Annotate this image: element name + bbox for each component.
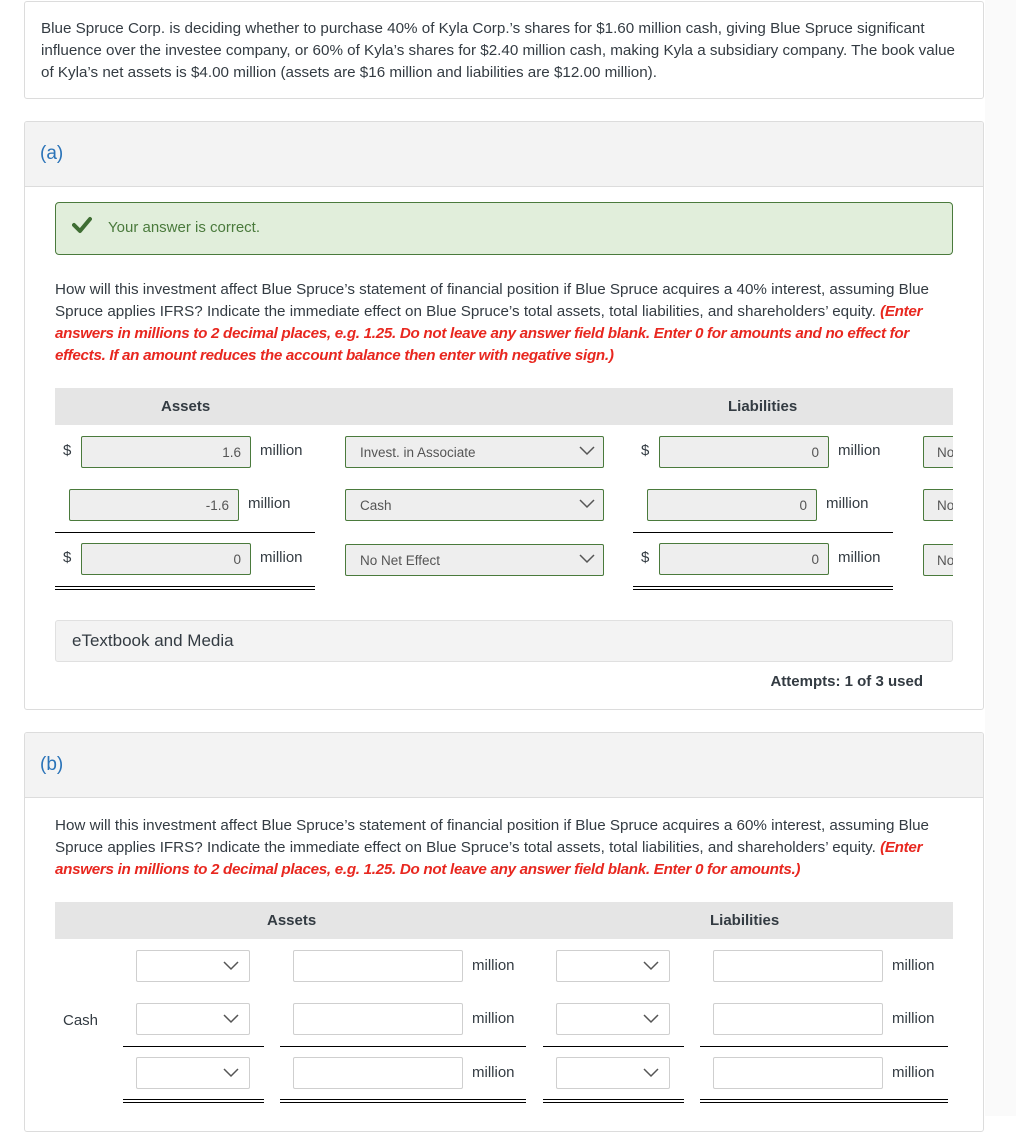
subtotal-line — [280, 1046, 526, 1047]
total-double-line — [123, 1099, 264, 1103]
liability-amount-input[interactable] — [713, 950, 883, 982]
subtotal-line — [633, 532, 893, 533]
part-b-label: (b) — [40, 754, 64, 775]
equity-effect-select[interactable]: No — [923, 544, 953, 576]
total-double-line — [633, 586, 893, 590]
feedback-message: Your answer is correct. — [108, 219, 261, 236]
asset-total-input[interactable] — [293, 1057, 463, 1089]
asset-amount-input[interactable]: 1.6 — [81, 436, 251, 468]
total-double-line — [700, 1099, 948, 1103]
etextbook-and-media-button[interactable]: eTextbook and Media — [55, 620, 953, 662]
account-select[interactable]: Invest. in Associate — [345, 436, 604, 468]
liability-total-input[interactable]: 0 — [659, 543, 829, 575]
unit-label: million — [248, 495, 291, 512]
equity-effect-value: No — [937, 553, 953, 568]
question-text: How will this investment affect Blue Spr… — [55, 281, 930, 320]
subtotal-line — [700, 1046, 948, 1047]
total-double-line — [55, 586, 315, 590]
asset-account-select[interactable] — [136, 1003, 250, 1035]
assets-header: Assets — [267, 912, 317, 929]
unit-label: million — [892, 957, 935, 974]
unit-label: million — [472, 957, 515, 974]
liability-total-input[interactable] — [713, 1057, 883, 1089]
problem-statement-card: Blue Spruce Corp. is deciding whether to… — [24, 1, 984, 99]
total-double-line — [280, 1099, 526, 1103]
checkmark-icon — [72, 217, 92, 233]
part-a-card: (a) Your answer is correct. How will thi… — [24, 121, 984, 710]
part-a-question: How will this investment affect Blue Spr… — [55, 279, 953, 367]
correct-answer-banner: Your answer is correct. — [55, 202, 953, 255]
account-select-value: Cash — [360, 498, 392, 513]
chevron-down-icon — [223, 1014, 239, 1024]
chevron-down-icon — [643, 1014, 659, 1024]
problem-text: Blue Spruce Corp. is deciding whether to… — [41, 20, 955, 81]
subtotal-line — [543, 1046, 684, 1047]
chevron-down-icon — [579, 446, 595, 456]
dollar-sign: $ — [63, 549, 72, 566]
liability-amount-input[interactable]: 0 — [659, 436, 829, 468]
part-b-header: (b) — [25, 733, 983, 798]
equity-effect-value: No — [937, 445, 953, 460]
chevron-down-icon — [223, 961, 239, 971]
account-select[interactable]: Cash — [345, 489, 604, 521]
liability-amount-input[interactable]: 0 — [647, 489, 817, 521]
total-double-line — [543, 1099, 684, 1103]
liability-account-select[interactable] — [556, 1003, 670, 1035]
dollar-sign: $ — [641, 549, 650, 566]
unit-label: million — [260, 549, 303, 566]
liability-amount-input[interactable] — [713, 1003, 883, 1035]
account-select-value: No Net Effect — [360, 553, 441, 568]
dollar-sign: $ — [641, 442, 650, 459]
asset-amount-input[interactable]: -1.6 — [69, 489, 239, 521]
asset-total-input[interactable]: 0 — [81, 543, 251, 575]
subtotal-line — [55, 532, 315, 533]
table-header: Assets Liabilities — [55, 902, 953, 939]
account-select-value: Invest. in Associate — [360, 445, 476, 460]
liabilities-header: Liabilities — [710, 912, 780, 929]
asset-amount-input[interactable] — [293, 950, 463, 982]
page-margin — [985, 0, 1016, 1116]
chevron-down-icon — [579, 499, 595, 509]
table-header: Assets Liabilities — [55, 388, 953, 425]
row-label-cash: Cash — [63, 1012, 99, 1029]
unit-label: million — [472, 1010, 515, 1027]
chevron-down-icon — [223, 1068, 239, 1078]
asset-account-select[interactable] — [136, 950, 250, 982]
etextbook-label: eTextbook and Media — [72, 631, 234, 650]
unit-label: million — [826, 495, 869, 512]
equity-effect-select[interactable]: No — [923, 489, 953, 521]
unit-label: million — [892, 1064, 935, 1081]
equity-effect-select[interactable]: No — [923, 436, 953, 468]
liability-account-select[interactable] — [556, 1057, 670, 1089]
liabilities-header: Liabilities — [728, 398, 798, 415]
unit-label: million — [838, 549, 881, 566]
equity-effect-value: No — [937, 498, 953, 513]
unit-label: million — [892, 1010, 935, 1027]
unit-label: million — [260, 442, 303, 459]
chevron-down-icon — [643, 961, 659, 971]
unit-label: million — [472, 1064, 515, 1081]
attempts-counter: Attempts: 1 of 3 used — [770, 673, 923, 690]
question-text: How will this investment affect Blue Spr… — [55, 817, 930, 856]
assets-header: Assets — [161, 398, 211, 415]
account-select[interactable]: No Net Effect — [345, 544, 604, 576]
asset-account-select[interactable] — [136, 1057, 250, 1089]
liability-account-select[interactable] — [556, 950, 670, 982]
unit-label: million — [838, 442, 881, 459]
chevron-down-icon — [579, 554, 595, 564]
chevron-down-icon — [643, 1068, 659, 1078]
subtotal-line — [123, 1046, 264, 1047]
asset-amount-input[interactable] — [293, 1003, 463, 1035]
dollar-sign: $ — [63, 442, 72, 459]
part-b-card: (b) How will this investment affect Blue… — [24, 732, 984, 1132]
part-b-question: How will this investment affect Blue Spr… — [55, 815, 955, 881]
